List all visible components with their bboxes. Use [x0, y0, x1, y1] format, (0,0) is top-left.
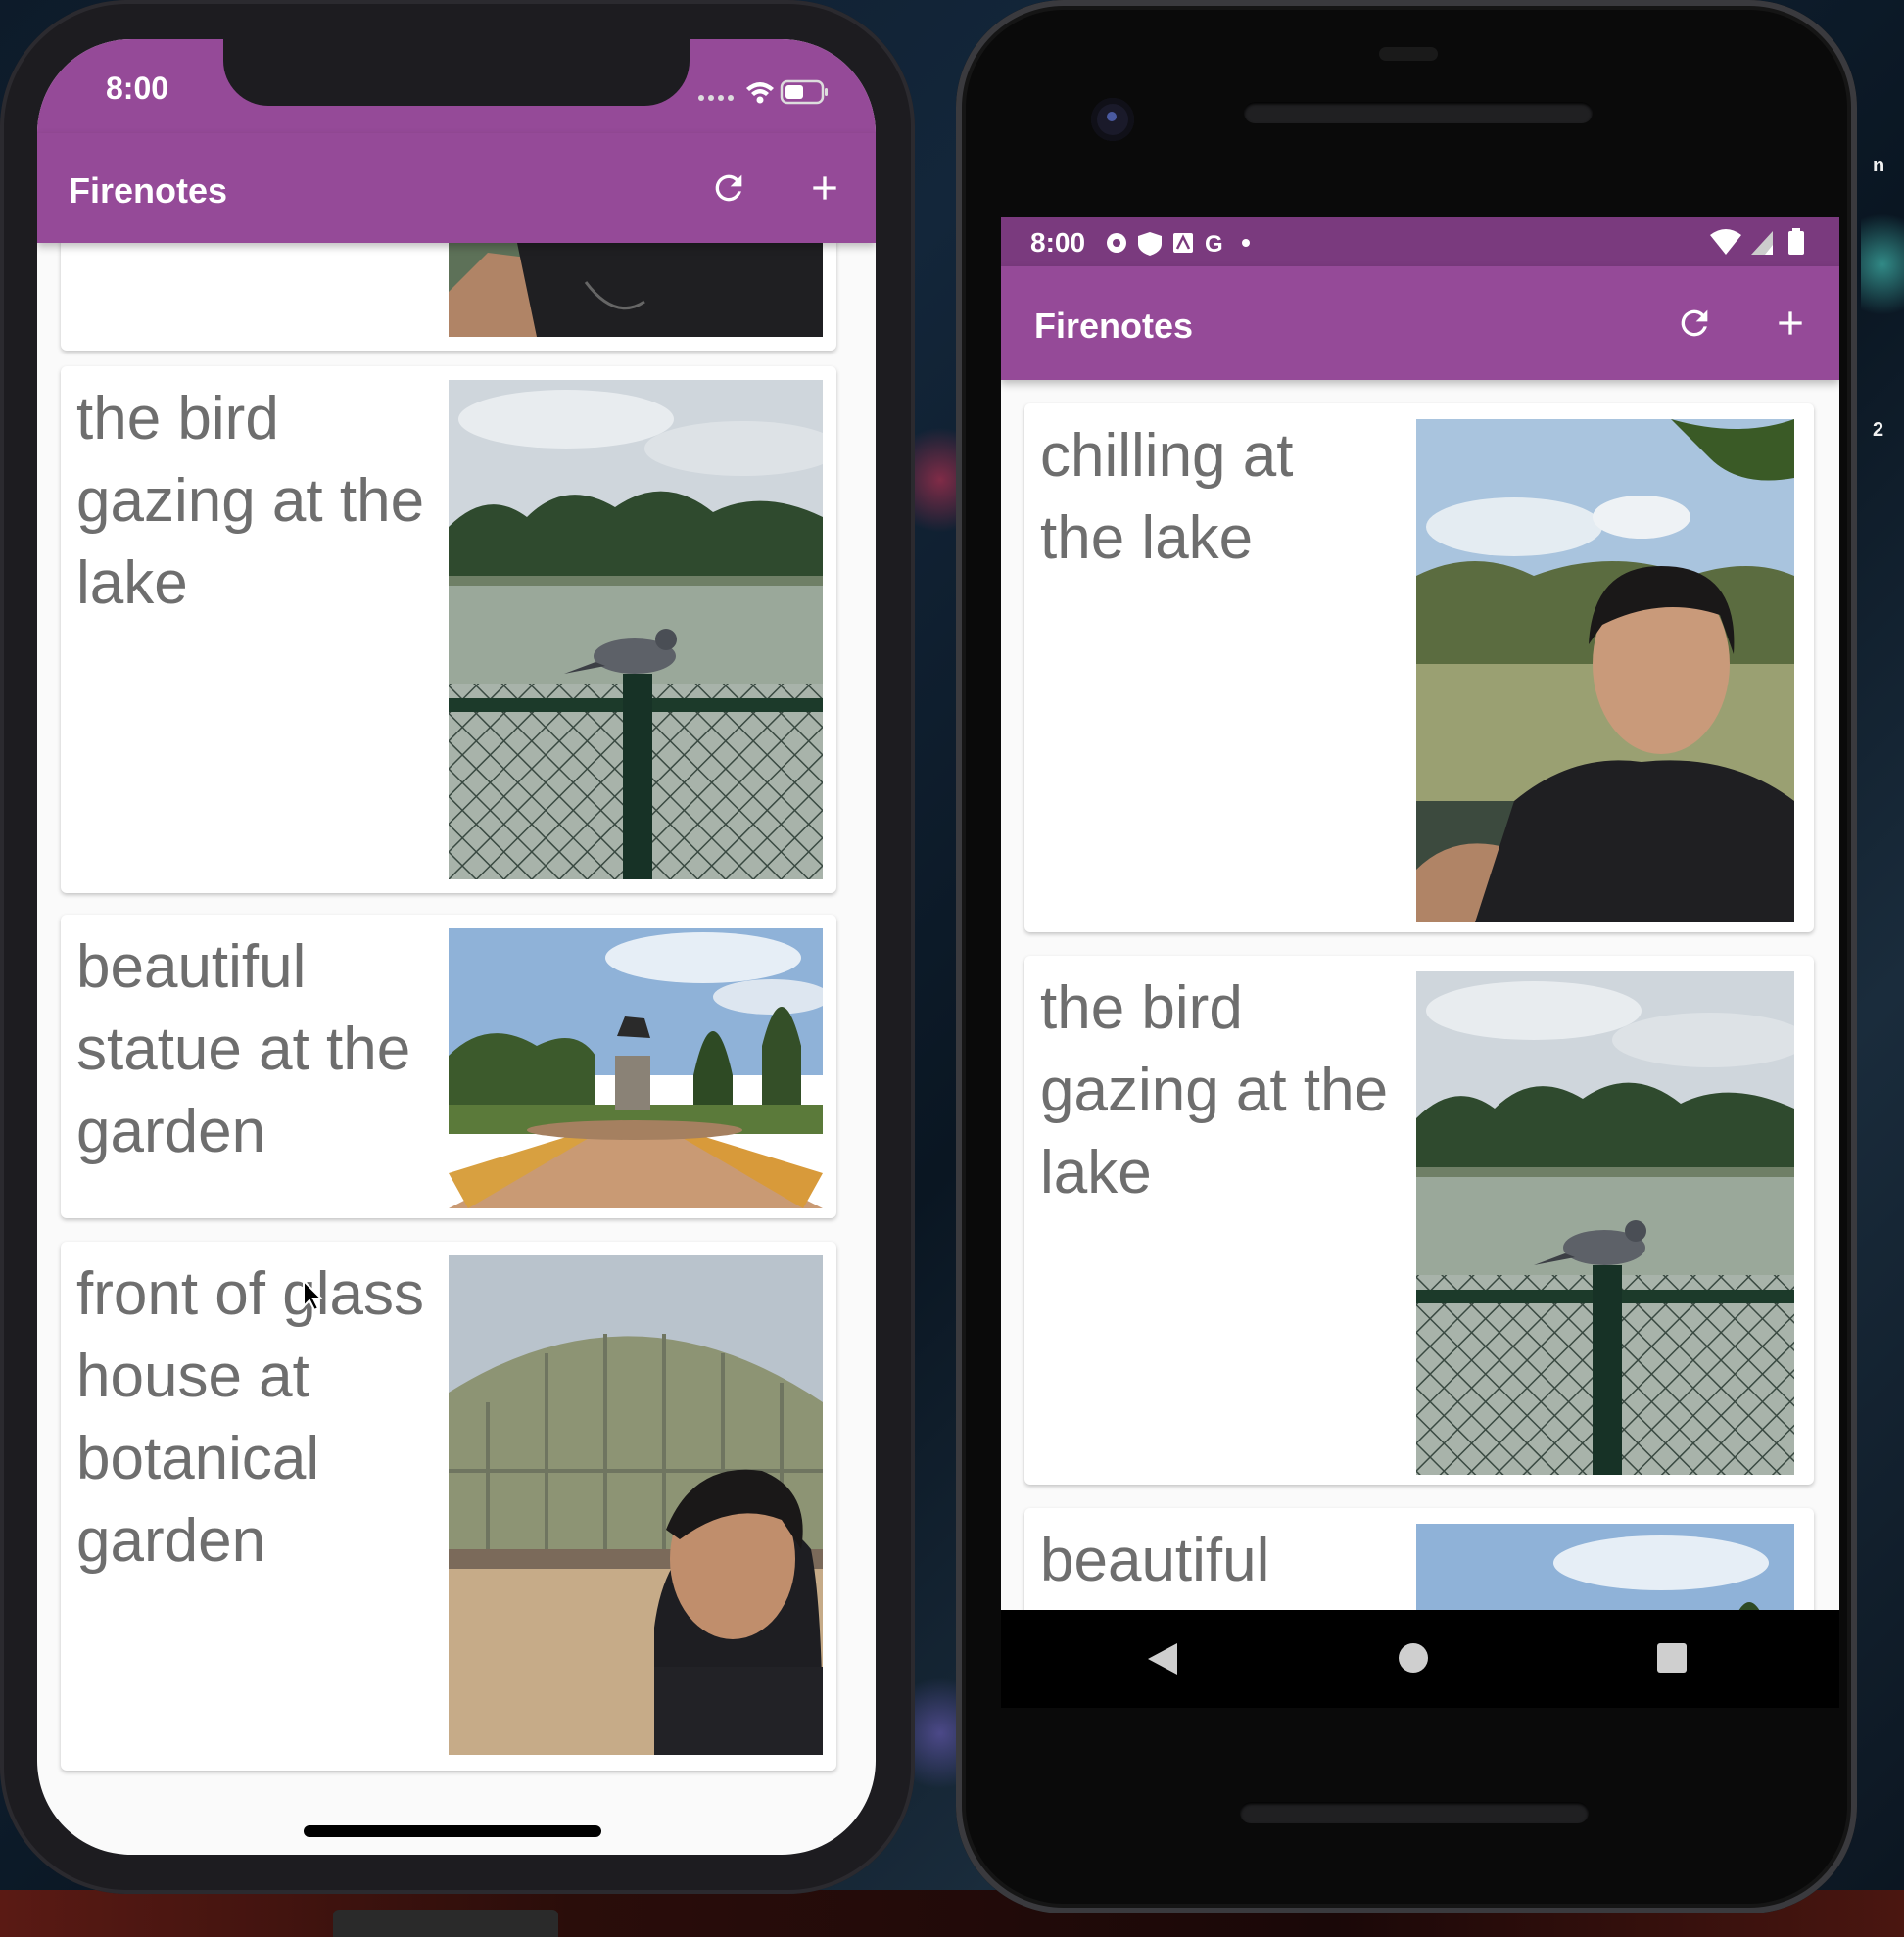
home-indicator[interactable] — [304, 1825, 601, 1837]
note-card[interactable]: beautiful — [1024, 1508, 1814, 1610]
glass-house-selfie-photo — [449, 1255, 823, 1755]
recents-icon[interactable] — [1655, 1641, 1689, 1675]
status-time: 8:00 — [1030, 227, 1086, 258]
note-photo — [449, 243, 823, 337]
front-camera — [1091, 98, 1134, 141]
android-screen: 8:00 G Firenotes chilling at the lake th… — [1001, 217, 1839, 1610]
note-text: chilling at the lake — [1040, 422, 1294, 572]
status-time: 8:00 — [106, 71, 169, 106]
note-photo — [449, 928, 823, 1208]
add-note-button[interactable] — [797, 161, 852, 215]
cellular-icon — [698, 95, 734, 101]
refresh-button[interactable] — [701, 161, 756, 215]
notes-list[interactable]: the bird gazing at the lake beautiful st… — [37, 243, 876, 1855]
mouse-cursor-icon — [303, 1279, 323, 1312]
refresh-button[interactable] — [1667, 296, 1722, 351]
statue-garden-photo — [1416, 1524, 1794, 1610]
selfie-photo — [449, 243, 823, 337]
note-photo — [1416, 419, 1794, 922]
note-photo — [449, 380, 823, 879]
note-card[interactable]: beautiful statue at the garden — [61, 915, 836, 1218]
note-card[interactable] — [61, 243, 836, 351]
android-navigation-bar — [1001, 1610, 1839, 1708]
note-card[interactable]: the bird gazing at the lake — [61, 366, 836, 893]
speaker-grille — [1244, 102, 1593, 123]
app-bar: Firenotes — [37, 133, 876, 243]
refresh-icon — [1681, 309, 1708, 337]
note-text: beautiful — [1040, 1527, 1270, 1594]
note-card[interactable]: front of glass house at botanical garden — [61, 1242, 836, 1771]
add-icon — [1779, 311, 1802, 335]
lake-selfie-photo — [1416, 419, 1794, 922]
notch — [223, 39, 690, 106]
add-icon — [813, 176, 836, 200]
iphone-screen: 8:00 Firenotes the bird gazing at the la… — [37, 39, 876, 1855]
svg-text:G: G — [1205, 231, 1223, 257]
background-glow — [1861, 196, 1904, 333]
dot-icon — [1242, 239, 1250, 247]
statue-garden-photo — [449, 928, 823, 1208]
a-icon — [1173, 233, 1193, 253]
shield-icon — [1138, 232, 1162, 256]
note-card[interactable]: chilling at the lake — [1024, 403, 1814, 932]
note-text: the bird gazing at the lake — [76, 385, 425, 617]
background-edge-glyph: 2 — [1873, 419, 1884, 441]
app-title: Firenotes — [69, 170, 228, 211]
ios-status-bar: 8:00 — [37, 39, 876, 133]
add-note-button[interactable] — [1763, 296, 1818, 351]
note-text: front of glass house at botanical garden — [76, 1260, 424, 1575]
android-emulator: 8:00 G Firenotes chilling at the lake th… — [956, 0, 1857, 1913]
notification-icons: G — [1107, 231, 1250, 257]
note-text: beautiful statue at the garden — [76, 933, 411, 1165]
app-title: Firenotes — [1034, 306, 1194, 346]
google-icon: G — [1205, 231, 1223, 257]
simulator-label — [333, 1910, 558, 1937]
system-icons — [1710, 228, 1804, 255]
note-text: the bird gazing at the lake — [1040, 974, 1389, 1206]
battery-icon — [780, 79, 828, 105]
refresh-icon — [715, 174, 742, 202]
app-bar: Firenotes — [1001, 266, 1839, 380]
earpiece — [1379, 47, 1438, 61]
battery-icon — [1788, 231, 1804, 255]
iphone-simulator: 8:00 Firenotes the bird gazing at the la… — [0, 0, 915, 1894]
settings-icon — [1107, 233, 1126, 253]
note-photo — [1416, 1524, 1794, 1610]
android-status-bar: 8:00 G — [1001, 217, 1839, 266]
note-card[interactable]: the bird gazing at the lake — [1024, 956, 1814, 1485]
back-icon[interactable] — [1146, 1641, 1179, 1677]
home-icon[interactable] — [1397, 1641, 1430, 1675]
speaker-grille — [1240, 1802, 1589, 1823]
note-photo — [1416, 971, 1794, 1475]
status-icons — [698, 79, 828, 105]
pigeon-lake-photo — [1416, 971, 1794, 1475]
pigeon-lake-photo — [449, 380, 823, 879]
wifi-icon — [746, 82, 774, 104]
wifi-icon — [1710, 229, 1741, 255]
background-edge-glyph: n — [1873, 155, 1885, 176]
notes-list[interactable]: chilling at the lake the bird gazing at … — [1001, 380, 1839, 1610]
note-photo — [449, 1255, 823, 1755]
